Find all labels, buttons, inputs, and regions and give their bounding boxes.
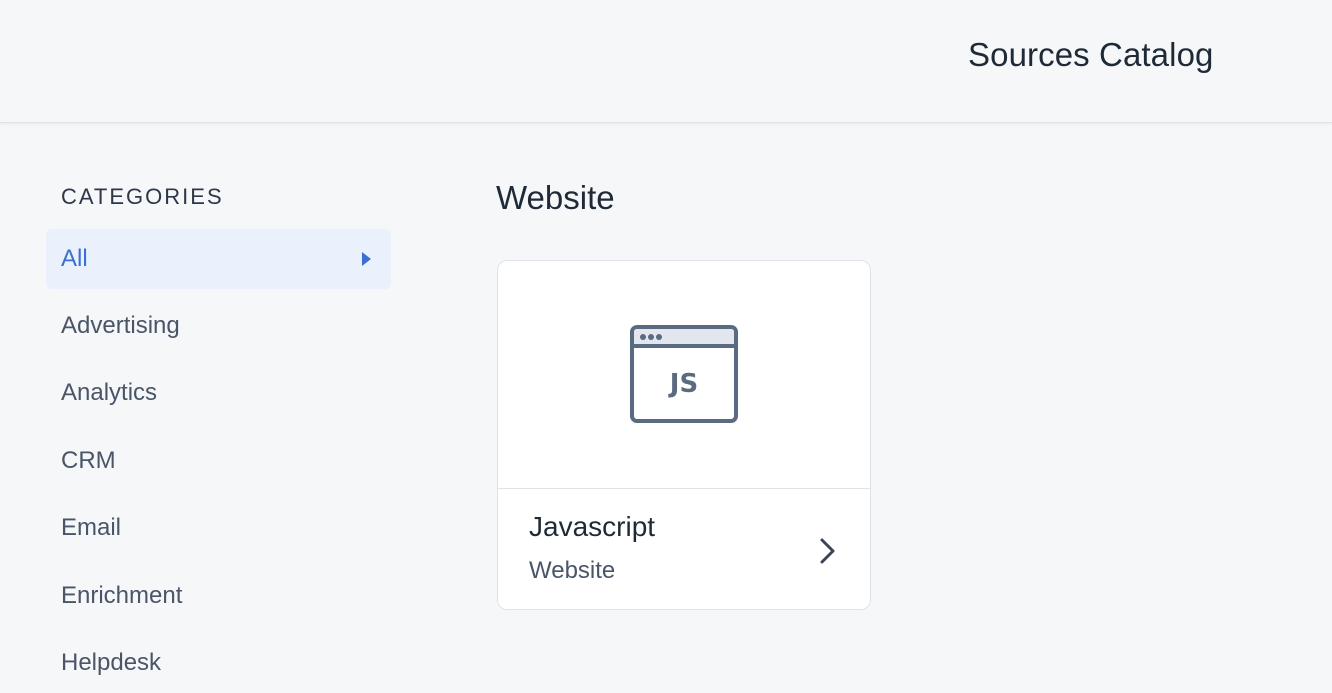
- category-item-crm[interactable]: CRM: [46, 431, 391, 491]
- category-item-label: Analytics: [61, 379, 158, 406]
- category-item-label: Advertising: [61, 312, 180, 339]
- category-item-email[interactable]: Email: [46, 498, 391, 558]
- category-item-analytics[interactable]: Analytics: [46, 363, 391, 423]
- source-card-javascript[interactable]: JS Javascript Website: [497, 260, 871, 610]
- caret-right-icon: [362, 252, 371, 266]
- category-item-advertising[interactable]: Advertising: [46, 296, 391, 356]
- chevron-right-icon: [820, 538, 835, 564]
- category-item-helpdesk[interactable]: Helpdesk: [46, 633, 391, 693]
- category-item-label: CRM: [61, 447, 116, 474]
- category-item-label: Enrichment: [61, 582, 183, 609]
- category-item-label: All: [61, 245, 88, 272]
- category-item-label: Email: [61, 514, 122, 541]
- page-header: Sources Catalog: [0, 0, 1332, 123]
- page-title: Sources Catalog: [968, 36, 1214, 73]
- category-item-label: Helpdesk: [61, 649, 162, 676]
- category-item-enrichment[interactable]: Enrichment: [46, 566, 391, 626]
- card-icon-area: JS: [498, 261, 870, 489]
- icon-text: JS: [668, 369, 698, 399]
- category-item-all[interactable]: All: [46, 229, 391, 289]
- javascript-browser-icon: JS: [630, 325, 738, 423]
- section-title: Website: [496, 179, 615, 216]
- card-category: Website: [529, 557, 616, 584]
- categories-heading: CATEGORIES: [61, 184, 224, 209]
- card-name: Javascript: [529, 511, 656, 542]
